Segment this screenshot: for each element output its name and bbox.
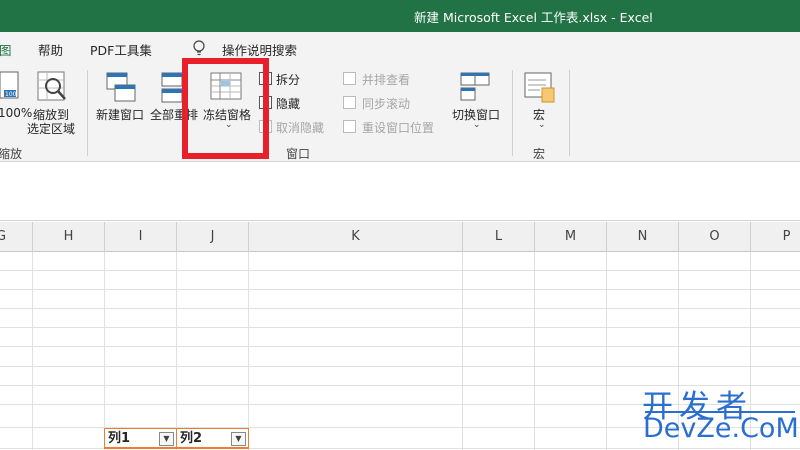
zoom-100-label: 100% (0, 106, 33, 120)
ribbon-tabs: 图 帮助 PDF工具集 操作说明搜索 (0, 32, 800, 64)
column-header-i[interactable]: I (105, 222, 177, 252)
row-line (0, 327, 800, 328)
table-header-label: 列2 (180, 431, 203, 446)
title-bar: 新建 Microsoft Excel 工作表.xlsx - Excel (0, 0, 800, 32)
column-header-o[interactable]: O (679, 222, 751, 252)
tab-view[interactable]: 图 (0, 40, 12, 59)
column-header-g[interactable]: G (0, 222, 33, 252)
side-by-side-label: 并排查看 (362, 73, 411, 87)
table-header-col2[interactable]: 列2 ▼ (176, 428, 249, 449)
table-header-label: 列1 (108, 431, 131, 446)
reset-position-label: 重设窗口位置 (362, 121, 435, 135)
column-line (606, 252, 607, 450)
column-line (248, 252, 249, 450)
group-divider (569, 70, 570, 156)
row-line (0, 308, 800, 309)
column-header-h[interactable]: H (33, 222, 105, 252)
freeze-panes-highlight (182, 58, 269, 159)
group-divider (87, 70, 88, 156)
sync-scroll-label: 同步滚动 (362, 97, 411, 111)
svg-text:100: 100 (5, 91, 17, 98)
row-line (0, 346, 800, 347)
column-line (32, 252, 33, 450)
new-window-label: 新建窗口 (96, 108, 145, 122)
column-headers: G H I J K L M N O P (0, 222, 800, 252)
macros-group-label: 宏 (533, 147, 546, 161)
switch-windows-icon (460, 72, 490, 101)
row-line (0, 366, 800, 367)
column-header-p[interactable]: P (751, 222, 800, 252)
filter-dropdown-icon[interactable]: ▼ (231, 432, 246, 446)
column-header-l[interactable]: L (463, 222, 535, 252)
split-label: 拆分 (276, 73, 301, 87)
column-header-m[interactable]: M (535, 222, 607, 252)
column-line (534, 252, 535, 450)
lightbulb-icon (193, 40, 205, 56)
unhide-label: 取消隐藏 (276, 121, 325, 135)
column-header-k[interactable]: K (249, 222, 463, 252)
side-by-side-icon (343, 72, 356, 85)
window-title: 新建 Microsoft Excel 工作表.xlsx - Excel (414, 10, 653, 25)
window-group-label: 窗口 (286, 147, 311, 161)
zoom-to-selection-label-2: 选定区域 (27, 122, 76, 136)
column-line (104, 252, 105, 450)
new-window-icon (106, 72, 136, 102)
zoom-to-selection-icon (37, 71, 66, 101)
table-header-col1[interactable]: 列1 ▼ (104, 428, 177, 449)
column-header-j[interactable]: J (177, 222, 249, 252)
hide-label: 隐藏 (276, 97, 301, 111)
sync-scroll-icon (343, 96, 356, 109)
tell-me-search[interactable]: 操作说明搜索 (222, 40, 297, 59)
row-line (0, 289, 800, 290)
row-line (0, 270, 800, 271)
column-line (176, 252, 177, 450)
tab-help[interactable]: 帮助 (38, 40, 63, 59)
filter-dropdown-icon[interactable]: ▼ (159, 432, 174, 446)
chevron-down-icon: ⌄ (473, 120, 481, 130)
tab-pdf-tools[interactable]: PDF工具集 (90, 40, 152, 59)
macro-icon (524, 72, 555, 103)
zoom-group-label: 缩放 (0, 147, 23, 161)
formula-bar[interactable] (0, 163, 800, 221)
column-line (462, 252, 463, 450)
group-divider (512, 70, 513, 156)
reset-position-icon (343, 120, 356, 133)
arrange-all-icon (161, 72, 183, 103)
watermark-text-en: DevZe.CoM (643, 413, 799, 444)
column-header-n[interactable]: N (607, 222, 679, 252)
ribbon: 100 100% 缩放到 选定区域 缩放 新建窗口 全部重排 冻结窗格 ⌄ 拆分… (0, 64, 800, 162)
chevron-down-icon: ⌄ (538, 120, 546, 130)
zoom-100-icon: 100 (0, 71, 19, 99)
